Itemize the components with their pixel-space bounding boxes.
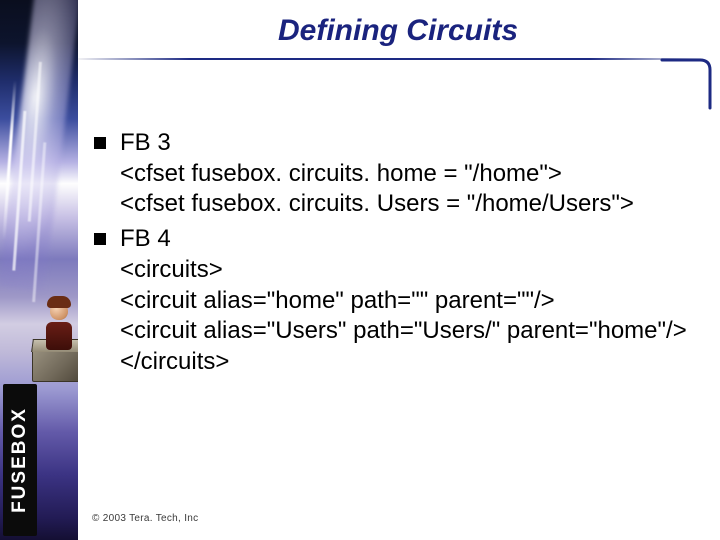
brand-bar: FUSEBOX xyxy=(3,384,37,536)
code-line: <circuits> xyxy=(120,255,690,286)
slide: FUSEBOX Defining Circuits FB 3 <cfset fu… xyxy=(0,0,720,540)
bullet-item: FB 4 <circuits> <circuit alias="home" pa… xyxy=(92,224,690,378)
code-line: <circuit alias="home" path="" parent=""/… xyxy=(120,286,690,317)
bullet-heading: FB 4 xyxy=(120,225,171,252)
code-line: <circuit alias="Users" path="Users/" par… xyxy=(120,316,690,347)
code-line: <cfset fusebox. circuits. home = "/home"… xyxy=(120,159,690,190)
slide-title: Defining Circuits xyxy=(98,14,698,48)
mascot-figure xyxy=(30,302,78,390)
sidebar-lightning: FUSEBOX xyxy=(0,0,78,540)
content-area: FB 3 <cfset fusebox. circuits. home = "/… xyxy=(92,128,690,490)
bullet-heading: FB 3 xyxy=(120,129,171,156)
title-divider xyxy=(78,58,702,60)
code-line: </circuits> xyxy=(120,347,690,378)
brand-text: FUSEBOX xyxy=(9,407,31,513)
copyright-footer: © 2003 Tera. Tech, Inc xyxy=(92,513,198,524)
code-line: <cfset fusebox. circuits. Users = "/home… xyxy=(120,189,690,220)
bullet-item: FB 3 <cfset fusebox. circuits. home = "/… xyxy=(92,128,690,220)
corner-ornament xyxy=(660,56,714,110)
